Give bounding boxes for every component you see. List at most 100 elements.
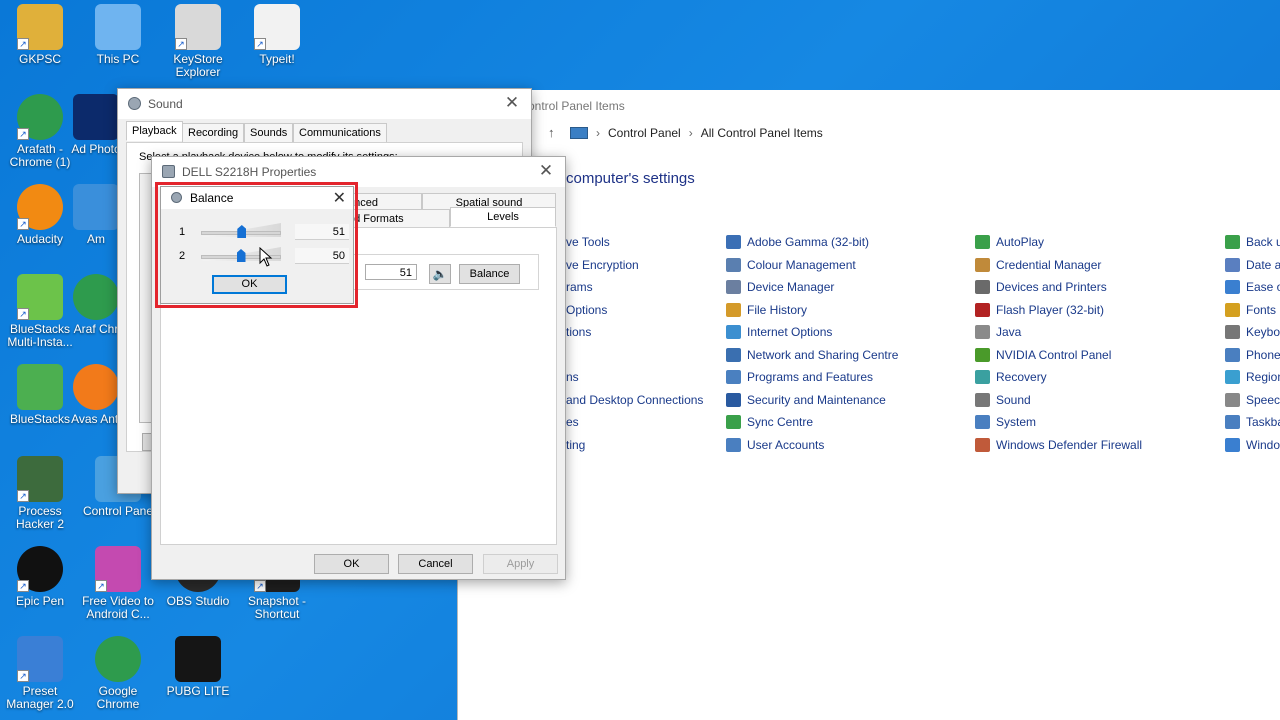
control-panel-item[interactable]: Date a (1225, 254, 1280, 277)
control-panel-item[interactable]: Fonts (1225, 299, 1280, 322)
close-icon[interactable]: ✕ (537, 162, 555, 180)
control-panel-item[interactable]: Credential Manager (975, 254, 1142, 277)
desktop-icon-typeit[interactable]: ↗ Typeit! (239, 4, 315, 66)
desktop-icon-label: Control Pane (82, 504, 154, 518)
photoshop-icon (73, 94, 119, 140)
breadcrumb-all-items[interactable]: All Control Panel Items (701, 126, 823, 140)
control-panel-item[interactable]: Windows Defender Firewall (975, 434, 1142, 457)
control-panel-item[interactable]: ns (566, 366, 703, 389)
control-panel-item[interactable]: NVIDIA Control Panel (975, 344, 1142, 367)
tab-playback[interactable]: Playback (126, 121, 183, 141)
control-panel-item[interactable]: Windo (1225, 434, 1280, 457)
control-panel-item-icon (726, 437, 741, 452)
control-panel-item[interactable]: Sound (975, 389, 1142, 412)
balance-button[interactable]: Balance (459, 264, 520, 284)
control-panel-item[interactable]: Options (566, 299, 703, 322)
level-value[interactable]: 51 (365, 264, 417, 280)
tab-communications[interactable]: Communications (293, 123, 387, 143)
control-panel-item[interactable]: Region (1225, 366, 1280, 389)
control-panel-item[interactable]: System (975, 411, 1142, 434)
control-panel-item-icon (726, 325, 741, 340)
control-panel-item[interactable]: Device Manager (726, 276, 898, 299)
control-panel-item-label: ve Encryption (566, 257, 639, 272)
control-panel-item[interactable]: Devices and Printers (975, 276, 1142, 299)
highlight-frame (155, 182, 358, 308)
control-panel-item-icon (1225, 437, 1240, 452)
control-panel-item[interactable]: Internet Options (726, 321, 898, 344)
apply-button[interactable]: Apply (483, 554, 558, 574)
control-panel-item[interactable]: Colour Management (726, 254, 898, 277)
control-panel-item[interactable]: AutoPlay (975, 231, 1142, 254)
breadcrumb-control-panel[interactable]: Control Panel (608, 126, 681, 140)
desktop-icon-preset-manager[interactable]: ↗ Preset Manager 2.0 (2, 636, 78, 711)
desktop-icon-label: Google Chrome (96, 684, 140, 711)
control-panel-item-icon (975, 415, 990, 430)
control-panel-item-label: rams (566, 280, 593, 295)
control-panel-item[interactable]: Programs and Features (726, 366, 898, 389)
window-title: DELL S2218H Properties (182, 165, 317, 179)
control-panel-item-icon (975, 257, 990, 272)
control-panel-item[interactable]: Security and Maintenance (726, 389, 898, 412)
ok-button[interactable]: OK (314, 554, 389, 574)
cancel-button[interactable]: Cancel (398, 554, 473, 574)
desktop-icon-avast[interactable]: Avas Anti (70, 364, 122, 426)
chrome-icon (73, 274, 119, 320)
desktop-icon-this-pc[interactable]: This PC (80, 4, 156, 66)
desktop-icon-bluestacks-multi[interactable]: ↗ BlueStacks Multi-Insta... (2, 274, 78, 349)
control-panel-item-icon (726, 280, 741, 295)
tab-levels[interactable]: Levels (450, 207, 556, 227)
desktop-icon-audacity[interactable]: ↗ Audacity (2, 184, 78, 246)
desktop-icon-bluestacks[interactable]: BlueStacks (2, 364, 78, 426)
control-panel-item[interactable]: and Desktop Connections (566, 389, 703, 412)
key-icon: ↗ (175, 4, 221, 50)
control-panel-item-label: System (996, 415, 1037, 430)
control-panel-item[interactable]: Keybo (1225, 321, 1280, 344)
desktop-icon-process-hacker[interactable]: ↗ Process Hacker 2 (2, 456, 78, 531)
up-arrow-icon[interactable]: ↑ (548, 125, 555, 140)
address-bar[interactable]: › Control Panel › All Control Panel Item… (570, 126, 823, 140)
control-panel-item-label: Network and Sharing Centre (747, 347, 899, 362)
control-panel-item[interactable]: Java (975, 321, 1142, 344)
control-panel-item[interactable]: ve Tools (566, 231, 703, 254)
desktop-icon-arafath-chrome-2[interactable]: Araf Chr (70, 274, 122, 336)
speaker-mute-icon[interactable]: 🔈 (429, 264, 451, 284)
desktop-icon-gkpsc[interactable]: ↗ GKPSC (2, 4, 78, 66)
control-panel-item[interactable]: Speech (1225, 389, 1280, 412)
desktop-icon-label: KeyStore Explorer (173, 52, 223, 79)
folder-icon: ↗ (17, 4, 63, 50)
control-panel-item[interactable]: tions (566, 321, 703, 344)
control-panel-item[interactable]: es (566, 411, 703, 434)
tab-supported-formats[interactable]: ed Formats (342, 209, 450, 229)
control-panel-item[interactable]: Ease o (1225, 276, 1280, 299)
close-icon[interactable]: ✕ (503, 94, 521, 112)
control-panel-item[interactable]: ting (566, 434, 703, 457)
control-panel-item[interactable]: Taskba (1225, 411, 1280, 434)
control-panel-item[interactable]: Back u (1225, 231, 1280, 254)
desktop-icon-arafath-chrome[interactable]: ↗ Arafath - Chrome (1) (2, 94, 78, 169)
control-panel-item[interactable]: Network and Sharing Centre (726, 344, 898, 367)
control-panel-item[interactable]: User Accounts (726, 434, 898, 457)
desktop-icon-keystore-explorer[interactable]: ↗ KeyStore Explorer (160, 4, 236, 79)
control-panel-item[interactable]: Recovery (975, 366, 1142, 389)
control-panel-item[interactable] (566, 344, 703, 367)
control-panel-item-icon (1225, 325, 1240, 340)
control-panel-item[interactable]: Flash Player (32-bit) (975, 299, 1142, 322)
control-panel-item[interactable]: ve Encryption (566, 254, 703, 277)
control-panel-item[interactable]: Phone (1225, 344, 1280, 367)
desktop-icon-free-video-android[interactable]: ↗ Free Video to Android C... (80, 546, 156, 621)
desktop-icon-pubg-lite[interactable]: PUBG LITE (160, 636, 236, 698)
control-panel-item-label: Taskba (1246, 415, 1280, 430)
tab-sounds[interactable]: Sounds (244, 123, 294, 143)
desktop-icon-am[interactable]: Am (70, 184, 122, 246)
desktop-icon-google-chrome[interactable]: Google Chrome (80, 636, 156, 711)
desktop-icon-epic-pen[interactable]: ↗ Epic Pen (2, 546, 78, 608)
control-panel-item-label: Internet Options (747, 325, 833, 340)
control-panel-item[interactable]: rams (566, 276, 703, 299)
tab-recording[interactable]: Recording (182, 123, 245, 143)
control-panel-item-icon (1225, 302, 1240, 317)
control-panel-item-label: Options (566, 302, 608, 317)
desktop-icon-adobe-photoshop[interactable]: Ad Photo (70, 94, 122, 156)
control-panel-item[interactable]: Adobe Gamma (32-bit) (726, 231, 898, 254)
control-panel-item[interactable]: File History (726, 299, 898, 322)
control-panel-item[interactable]: Sync Centre (726, 411, 898, 434)
